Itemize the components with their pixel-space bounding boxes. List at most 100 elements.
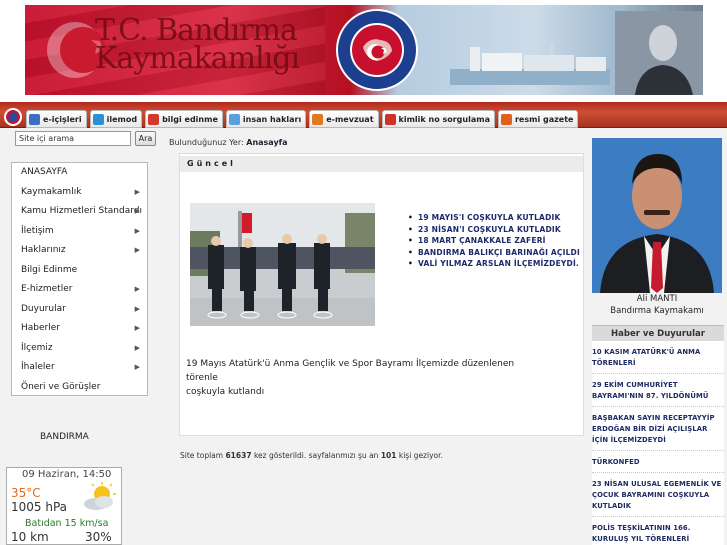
sidebar-item-label: Kamu Hizmetleri Standardı xyxy=(21,206,142,216)
news-box-item[interactable]: POLİS TEŞKİLATININ 166. KURULUŞ YIL TÖRE… xyxy=(592,517,724,545)
news-link[interactable]: 18 MART ÇANAKKALE ZAFERİ xyxy=(408,235,580,247)
news-caption-line1: 19 Mayıs Atatürk'ü Anma Gençlik ve Spor … xyxy=(186,359,515,383)
ilemod-icon xyxy=(92,113,104,125)
news-box-item[interactable]: TÜRKONFED xyxy=(592,451,724,473)
e-icisleri-icon xyxy=(29,113,40,125)
sidebar-item-8[interactable]: Duyurular ▶ xyxy=(12,300,147,320)
news-box-item[interactable]: BAŞBAKAN SAYIN RECEPTAYYİP ERDOĞAN BİR D… xyxy=(592,407,724,451)
breadcrumb-current[interactable]: Anasayfa xyxy=(246,138,287,147)
sidebar-item-label: ANASAYFA xyxy=(21,167,68,177)
chevron-right-icon: ▶ xyxy=(134,324,140,332)
search-button[interactable]: Ara xyxy=(135,131,156,146)
weather-wind: Batıdan 15 km/sa xyxy=(25,518,109,529)
sidebar-item-5[interactable]: Haklarınız ▶ xyxy=(12,241,147,261)
sidebar-item-label: İletişim xyxy=(21,225,54,236)
breadcrumb: Bulunduğunuz Yer: Anasayfa xyxy=(169,138,288,147)
sidebar-item-9[interactable]: Haberler ▶ xyxy=(12,319,147,339)
nav-tab-label: ilemod xyxy=(106,114,138,124)
counter-prefix: Site toplam xyxy=(180,451,224,460)
interior-ministry-seal xyxy=(336,9,418,91)
news-link[interactable]: VALİ YILMAZ ARSLAN İLÇEMİZDEYDİ. xyxy=(408,258,580,270)
weather-pressure: 1005 hPa xyxy=(11,500,68,514)
chevron-right-icon: ▶ xyxy=(134,187,140,196)
info-icon xyxy=(148,113,160,125)
counter-online: 101 xyxy=(380,451,397,460)
visit-counter: Site toplam 61637 kez gösterildi. sayfal… xyxy=(180,451,443,460)
news-link[interactable]: BANDIRMA BALIKÇI BARINAĞI AÇILDI xyxy=(408,247,580,259)
chevron-right-icon: ▶ xyxy=(134,246,140,254)
banner-title-line2: Kaymakamlığı xyxy=(95,41,300,76)
nav-tab-4[interactable]: insan hakları xyxy=(225,110,307,128)
sidebar-item-label: Bilgi Edinme xyxy=(21,264,78,275)
official-title: Bandırma Kaymakamı xyxy=(610,306,704,316)
human-rights-icon xyxy=(228,113,240,125)
chevron-right-icon: ▶ xyxy=(134,363,140,371)
sidebar-item-1[interactable]: ANASAYFA xyxy=(12,163,147,183)
sidebar-item-7[interactable]: E-hizmetler ▶ xyxy=(12,280,147,300)
nav-tab-2[interactable]: ilemod xyxy=(89,110,143,128)
counter-total: 61637 xyxy=(225,451,252,460)
sidebar-item-4[interactable]: İletişim ▶ xyxy=(12,222,147,242)
news-caption-line2: coşkuyla kutlandı xyxy=(186,387,265,397)
emblem-icon xyxy=(4,108,22,126)
sidebar-item-label: Kaymakamlık xyxy=(21,186,82,197)
chevron-right-icon: ▶ xyxy=(134,304,140,313)
weather-temperature: 35°C xyxy=(11,486,41,500)
sidebar-menu: ANASAYFA Kaymakamlık ▶ Kamu Hizmetleri Stan… xyxy=(11,162,148,396)
chevron-right-icon: ▶ xyxy=(134,207,140,215)
news-caption: 19 Mayıs Atatürk'ü Anma Gençlik ve Spor … xyxy=(186,357,526,399)
news-link[interactable]: 19 MAYIS'I COŞKUYLA KUTLADIK xyxy=(408,212,580,224)
news-box-item[interactable]: 23 NİSAN ULUSAL EGEMENLİK VE ÇOCUK BAYRA… xyxy=(592,473,724,517)
gazette-icon xyxy=(500,113,512,125)
nav-tab-3[interactable]: bilgi edinme xyxy=(145,110,223,128)
sidebar-item-label: Öneri ve Görüşler xyxy=(21,381,101,392)
legislation-icon xyxy=(312,113,324,125)
weather-location: BANDIRMA xyxy=(40,432,89,442)
weather-date: 09 Haziran, 14:50 xyxy=(22,469,112,480)
news-box: 10 KASIM ATATÜRK'Ü ANMA TÖRENLERİ 29 EKİM… xyxy=(592,341,724,545)
banner-image: T.C. Bandırma Kaymakamlığı xyxy=(25,5,703,95)
official-caption: Ali MANTI Bandırma Kaymakamı xyxy=(592,293,722,317)
sidebar-item-10[interactable]: İlçemiz ▶ xyxy=(12,339,147,359)
sidebar-item-3[interactable]: Kamu Hizmetleri Standardı ▶ xyxy=(12,202,147,222)
weather-humidity: 30% xyxy=(85,530,112,544)
nav-tab-label: resmi gazete xyxy=(514,114,574,124)
sun-cloud-icon xyxy=(84,482,116,510)
weather-widget: 09 Haziran, 14:50 35°C 1005 hPa Batıdan … xyxy=(6,467,122,545)
nav-tab-7[interactable]: resmi gazete xyxy=(497,110,579,128)
sidebar-item-label: Haklarınız xyxy=(21,245,66,255)
sidebar-item-12[interactable]: Öneri ve Görüşler xyxy=(12,378,147,398)
news-photo[interactable] xyxy=(190,203,375,326)
id-query-icon xyxy=(384,113,396,125)
breadcrumb-prefix: Bulunduğunuz Yer: xyxy=(169,138,244,147)
official-name: Ali MANTI xyxy=(636,294,678,304)
nav-tab-label: e-mevzuat xyxy=(326,114,374,124)
news-box-item[interactable]: 10 KASIM ATATÜRK'Ü ANMA TÖRENLERİ xyxy=(592,341,724,374)
sidebar-item-label: İlçemiz xyxy=(21,342,53,353)
counter-suffix: kişi geziyor. xyxy=(398,451,443,460)
nav-tab-1[interactable]: e-içişleri xyxy=(26,110,87,128)
main-content: Güncel 19 MAYIS'I COŞKUYLA KUTLADIK23 Nİ… xyxy=(179,153,584,436)
sidebar-item-label: E-hizmetler xyxy=(21,284,73,294)
sidebar-item-6[interactable]: Bilgi Edinme xyxy=(12,261,147,281)
sidebar-item-label: Duyurular xyxy=(21,303,66,314)
sidebar-item-2[interactable]: Kaymakamlık ▶ xyxy=(12,183,147,203)
header-banner: T.C. Bandırma Kaymakamlığı xyxy=(0,0,727,102)
news-link[interactable]: 23 NİSAN'I COŞKUYLA KUTLADIK xyxy=(408,224,580,236)
nav-tab-label: insan hakları xyxy=(242,114,302,124)
news-box-header: Haber ve Duyurular xyxy=(592,325,724,341)
chevron-right-icon: ▶ xyxy=(134,226,140,235)
banner-title: T.C. Bandırma Kaymakamlığı xyxy=(95,16,355,76)
search-input[interactable] xyxy=(15,131,131,146)
nav-tab-5[interactable]: e-mevzuat xyxy=(309,110,379,128)
ataturk-portrait xyxy=(615,11,703,95)
chevron-right-icon: ▶ xyxy=(134,343,140,352)
top-navbar: e-içişleri ilemod bilgi edinme insan haklar… xyxy=(0,102,727,128)
nav-tab-label: e-içişleri xyxy=(43,114,82,124)
news-box-item[interactable]: 29 EKİM CUMHURİYET BAYRAMI'NIN 87. YILDÖ… xyxy=(592,374,724,407)
nav-tab-6[interactable]: kimlik no sorgulama xyxy=(381,110,495,128)
weather-visibility: 10 km xyxy=(11,530,49,544)
city-skyline-image xyxy=(450,43,610,85)
news-links: 19 MAYIS'I COŞKUYLA KUTLADIK23 NİSAN'I C… xyxy=(408,212,580,270)
sidebar-item-11[interactable]: İhaleler ▶ xyxy=(12,358,147,378)
